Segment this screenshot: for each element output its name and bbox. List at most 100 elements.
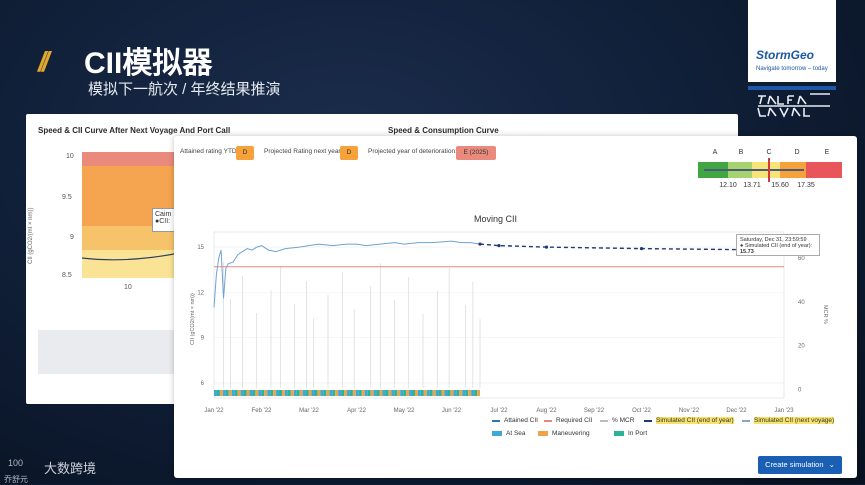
operation-mode-segment bbox=[270, 390, 274, 396]
operation-mode-segment bbox=[394, 390, 398, 396]
operation-mode-segment bbox=[456, 390, 460, 396]
operation-mode-segment bbox=[332, 390, 336, 396]
attained-cii-line bbox=[213, 240, 481, 308]
operation-mode-segment bbox=[347, 390, 350, 396]
operation-mode-segment bbox=[376, 390, 380, 396]
operation-mode-segment bbox=[237, 390, 241, 396]
operation-mode-segment bbox=[219, 390, 223, 396]
legend-item[interactable]: % MCR bbox=[600, 417, 634, 424]
operation-mode-segment bbox=[477, 390, 480, 396]
legend-item[interactable]: Maneuvering bbox=[538, 430, 590, 437]
operation-mode-segment bbox=[409, 390, 413, 396]
x-tick-label: Nov '22 bbox=[679, 408, 700, 414]
back-y-tick: 10 bbox=[66, 153, 74, 160]
legend-label: Attained CII bbox=[504, 417, 538, 424]
back-panel-placeholder bbox=[38, 330, 192, 374]
operation-mode-segment bbox=[358, 390, 362, 396]
operation-mode-segment bbox=[462, 390, 466, 396]
operation-mode-segment bbox=[474, 390, 478, 396]
x-tick-label: Jan '22 bbox=[204, 408, 224, 414]
x-tick-label: Jul '22 bbox=[490, 408, 508, 414]
operation-mode-segment bbox=[290, 390, 294, 396]
logo-bar bbox=[748, 86, 836, 90]
moving-cii-chart: 15 12 9 6 60 40 20 0 CII (gCO2/(mt × nm)) MCR % Ja… bbox=[190, 231, 828, 414]
operation-mode-segment bbox=[296, 390, 300, 396]
x-tick-label: Oct '22 bbox=[632, 408, 651, 414]
operation-mode-segment bbox=[258, 390, 262, 396]
operation-mode-segment bbox=[344, 390, 347, 396]
operation-mode-segment bbox=[243, 390, 247, 396]
operation-mode-segment bbox=[338, 390, 342, 396]
watermark-text: 大数跨境 bbox=[44, 461, 97, 476]
stormgeo-logo: StormGeo Navigate tomorrow – today bbox=[748, 0, 836, 90]
chevron-down-icon: ⌄ bbox=[828, 460, 835, 469]
operation-mode-segment bbox=[429, 390, 433, 396]
watermark-number: 100 bbox=[8, 458, 24, 468]
operation-mode-segment bbox=[385, 390, 389, 396]
legend-item[interactable]: At Sea bbox=[492, 430, 526, 437]
operation-mode-segment bbox=[216, 390, 220, 396]
watermark-name: 乔舒元 bbox=[4, 475, 28, 484]
operation-mode-segment bbox=[317, 390, 321, 396]
y2-tick-label: 20 bbox=[798, 344, 805, 350]
legend-marker-icon bbox=[600, 419, 608, 422]
legend-label: Required CII bbox=[556, 417, 593, 424]
legend-item[interactable]: Required CII bbox=[544, 417, 593, 424]
operation-mode-segment bbox=[228, 390, 232, 396]
legend-item[interactable]: Simulated CII (end of year) bbox=[644, 417, 734, 424]
y-tick-label: 6 bbox=[201, 381, 205, 387]
x-tick-label: Apr '22 bbox=[347, 408, 366, 414]
operation-mode-segment bbox=[420, 390, 424, 396]
operation-mode-segment bbox=[231, 390, 235, 396]
operation-mode-segment bbox=[279, 390, 282, 396]
operation-mode-segment bbox=[273, 390, 277, 396]
legend-label: Maneuvering bbox=[552, 430, 590, 437]
back-x-tick: 10 bbox=[124, 284, 132, 291]
x-tick-label: Dec '22 bbox=[726, 408, 747, 414]
create-simulation-button[interactable]: Create simulation ⌄ bbox=[758, 456, 842, 474]
operation-mode-segment bbox=[281, 390, 285, 396]
operation-mode-segment bbox=[423, 390, 427, 396]
operation-mode-segment bbox=[225, 390, 229, 396]
operation-mode-segment bbox=[417, 390, 421, 396]
operation-mode-segment bbox=[406, 390, 410, 396]
logo-tagline: Navigate tomorrow – today bbox=[756, 66, 828, 72]
operation-mode-segment bbox=[367, 390, 371, 396]
operation-mode-segment bbox=[447, 390, 451, 396]
operation-mode-segment bbox=[255, 390, 259, 396]
operation-mode-segment bbox=[468, 390, 472, 396]
operation-mode-segment bbox=[264, 390, 268, 396]
y-tick-label: 9 bbox=[201, 336, 205, 342]
simulated-cii-point bbox=[478, 242, 482, 246]
operation-mode-segment bbox=[361, 390, 365, 396]
legend-label: % MCR bbox=[612, 417, 635, 424]
operation-mode-segment bbox=[465, 390, 469, 396]
logo-text: StormGeo bbox=[756, 48, 815, 62]
legend-item[interactable]: Simulated CII (next voyage) bbox=[742, 417, 835, 424]
operation-mode-segment bbox=[284, 390, 288, 396]
speed-cii-curve-title: Speed & CII Curve After Next Voyage And … bbox=[38, 126, 231, 135]
operation-mode-segment bbox=[240, 390, 244, 396]
legend-label: At Sea bbox=[506, 430, 526, 437]
operation-mode-segment bbox=[214, 390, 217, 396]
operation-mode-segment bbox=[323, 390, 327, 396]
simulated-cii-point bbox=[544, 245, 549, 249]
operation-mode-segment bbox=[234, 390, 238, 396]
operation-mode-segment bbox=[329, 390, 333, 396]
operation-mode-segment bbox=[414, 390, 418, 396]
legend-item[interactable]: In Port bbox=[614, 430, 647, 437]
operation-mode-segment bbox=[326, 390, 330, 396]
operation-mode-segment bbox=[308, 390, 312, 396]
operation-mode-segment bbox=[382, 390, 386, 396]
operation-mode-segment bbox=[305, 390, 309, 396]
legend-marker-icon bbox=[538, 431, 548, 436]
operation-mode-segment bbox=[397, 390, 401, 396]
back-y-axis-label: CII (gCO2/(mt × nm)) bbox=[28, 207, 34, 264]
legend-item[interactable]: Attained CII bbox=[492, 417, 538, 424]
x-tick-label: Mar '22 bbox=[299, 408, 319, 414]
operation-mode-segment bbox=[373, 390, 377, 396]
legend-marker-icon bbox=[644, 419, 652, 422]
operation-mode-segment bbox=[302, 390, 306, 396]
operation-mode-segment bbox=[311, 390, 315, 396]
operation-mode-segment bbox=[400, 390, 404, 396]
